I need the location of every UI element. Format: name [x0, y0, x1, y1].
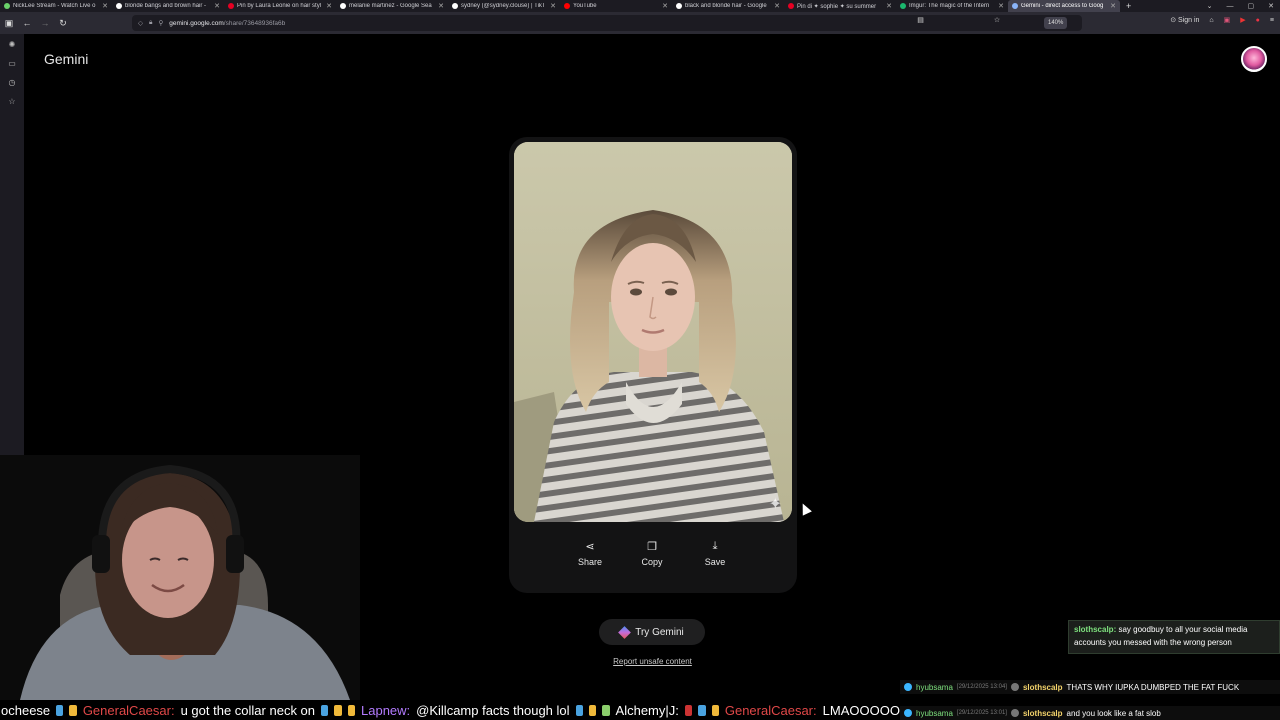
maximize-icon[interactable]: ▢: [1248, 2, 1255, 10]
favicon-icon: [788, 3, 794, 9]
tab[interactable]: YouTube ✕: [560, 0, 672, 12]
toolbar-right: ▤ ☆ ⊙ Sign in ⌂ ▣ ▶ ● ≡: [917, 16, 1274, 25]
share-icon: ⋖: [585, 541, 595, 553]
synced-tabs-icon[interactable]: ▭: [8, 59, 16, 68]
download-icon: ⤓: [712, 540, 718, 552]
platform-badge-icon: [904, 709, 912, 717]
tab[interactable]: Imgur: The magic of the Intern ✕: [896, 0, 1008, 12]
shield-icon[interactable]: ◇: [138, 19, 143, 27]
extension-icon[interactable]: ▶: [1240, 16, 1245, 24]
bookmark-star-icon[interactable]: ☆: [994, 16, 1000, 24]
ai-chatbot-icon[interactable]: ✺: [9, 40, 16, 49]
emote-icon: [588, 704, 597, 716]
permissions-icon[interactable]: ⚲: [158, 19, 163, 27]
emote-icon: [56, 704, 64, 716]
back-icon[interactable]: ←: [18, 14, 36, 32]
emote-icon: [347, 704, 355, 716]
emote-icon: [69, 704, 77, 716]
favicon-icon: [116, 3, 122, 9]
lock-icon[interactable]: 🔒︎: [149, 19, 152, 27]
chat-line: hyubsama [29/12/2025 13:04] slothscalp T…: [900, 680, 1280, 694]
generated-image[interactable]: ✦: [514, 142, 792, 522]
extension-icon[interactable]: ▣: [1224, 16, 1231, 24]
menu-icon[interactable]: ≡: [1270, 17, 1274, 24]
close-tab-icon[interactable]: ✕: [774, 2, 780, 10]
close-tab-icon[interactable]: ✕: [214, 2, 220, 10]
emote-icon: [334, 704, 342, 716]
favicon-icon: [340, 3, 346, 9]
minimize-icon[interactable]: —: [1227, 3, 1234, 10]
reload-icon[interactable]: ↻: [54, 14, 72, 32]
favicon-icon: [676, 3, 682, 9]
tab[interactable]: NickLee Stream - Watch Live o ✕: [0, 0, 112, 12]
mouse-cursor-icon: [798, 501, 812, 516]
emote-icon: [602, 704, 610, 716]
close-tab-icon[interactable]: ✕: [886, 2, 892, 10]
tab-list-icon[interactable]: ⌄: [1207, 2, 1213, 10]
tab-strip: NickLee Stream - Watch Live o ✕ blonde ba…: [0, 0, 1280, 12]
emote-icon: [684, 704, 693, 716]
tab[interactable]: sydney (@sydney.clouse) | TikT ✕: [448, 0, 560, 12]
tab[interactable]: Pin di ✦ sophie ✦ su summer ✕: [784, 0, 896, 12]
webcam-overlay: [0, 455, 360, 700]
chat-ticker: ocheese GeneralCaesar: u got the collar …: [0, 700, 900, 720]
gemini-logo-icon: [618, 625, 632, 639]
chat-username: slothscalp:: [1074, 625, 1117, 634]
copy-button[interactable]: ❐ Copy: [627, 540, 677, 567]
close-tab-icon[interactable]: ✕: [662, 2, 668, 10]
emote-icon: [321, 704, 329, 716]
favicon-icon: [1012, 3, 1018, 9]
close-tab-icon[interactable]: ✕: [438, 2, 444, 10]
share-button[interactable]: ⋖ Share: [565, 540, 615, 567]
tab[interactable]: black and blonde hair - Google ✕: [672, 0, 784, 12]
favicon-icon: [564, 3, 570, 9]
new-tab-button[interactable]: +: [1120, 1, 1137, 11]
save-button[interactable]: ⤓ Save: [690, 540, 740, 567]
close-tab-icon[interactable]: ✕: [102, 2, 108, 10]
tab[interactable]: Pin by Laura Leonie on hair styl ✕: [224, 0, 336, 12]
emote-icon: [711, 704, 719, 716]
avatar[interactable]: [1241, 46, 1267, 72]
user-badge-icon: [1010, 683, 1019, 691]
try-gemini-button[interactable]: Try Gemini: [599, 619, 705, 645]
reader-view-icon[interactable]: ▤: [917, 16, 924, 24]
tab[interactable]: melanie martinez - Google Sea ✕: [336, 0, 448, 12]
tab[interactable]: blonde bangs and brown hair - ✕: [112, 0, 224, 12]
favicon-icon: [900, 3, 906, 9]
zoom-level[interactable]: 140%: [1044, 17, 1068, 29]
favicon-icon: [4, 3, 10, 9]
chat-line: hyubsama [29/12/2025 13:01] slothscalp a…: [900, 706, 1280, 720]
extension-icon[interactable]: ●: [1256, 17, 1260, 24]
chat-popup: slothscalp: say goodbuy to all your soci…: [1068, 620, 1280, 654]
platform-badge-icon: [904, 683, 912, 691]
close-window-icon[interactable]: ✕: [1268, 2, 1274, 10]
sparkle-watermark-icon: ✦: [768, 496, 782, 513]
history-icon[interactable]: ◷: [9, 78, 16, 87]
page-title: Gemini: [44, 51, 89, 67]
close-tab-icon[interactable]: ✕: [998, 2, 1004, 10]
screen: NickLee Stream - Watch Live o ✕ blonde ba…: [0, 0, 1280, 720]
bookmarks-icon[interactable]: ☆: [8, 97, 15, 106]
emote-icon: [698, 704, 706, 716]
portrait-illustration: [514, 142, 792, 522]
close-tab-icon[interactable]: ✕: [1110, 2, 1116, 10]
report-unsafe-link[interactable]: Report unsafe content: [600, 657, 705, 666]
url-text: gemini.google.com/share/73648936fa6b: [169, 19, 286, 27]
close-tab-icon[interactable]: ✕: [550, 2, 556, 10]
sign-in-button[interactable]: ⊙ Sign in: [1170, 16, 1199, 24]
url-bar[interactable]: ◇ 🔒︎ ⚲ gemini.google.com/share/73648936f…: [132, 15, 1082, 31]
emote-icon: [575, 704, 583, 716]
nav-bar: ▣ ← → ↻ ◇ 🔒︎ ⚲ gemini.google.com/share/7…: [0, 12, 1280, 34]
copy-icon: ❐: [647, 541, 657, 553]
sidebar-toggle-icon[interactable]: ▣: [0, 14, 18, 32]
close-tab-icon[interactable]: ✕: [326, 2, 332, 10]
forward-icon[interactable]: →: [36, 14, 54, 32]
tab-active[interactable]: Gemini - direct access to Goog ✕: [1008, 0, 1120, 12]
user-badge-icon: [1010, 709, 1019, 717]
favicon-icon: [228, 3, 234, 9]
window-controls: ⌄ — ▢ ✕: [1207, 0, 1280, 12]
streamer-webcam: [0, 455, 360, 700]
favicon-icon: [452, 3, 458, 9]
extensions-icon[interactable]: ⌂: [1209, 17, 1213, 24]
